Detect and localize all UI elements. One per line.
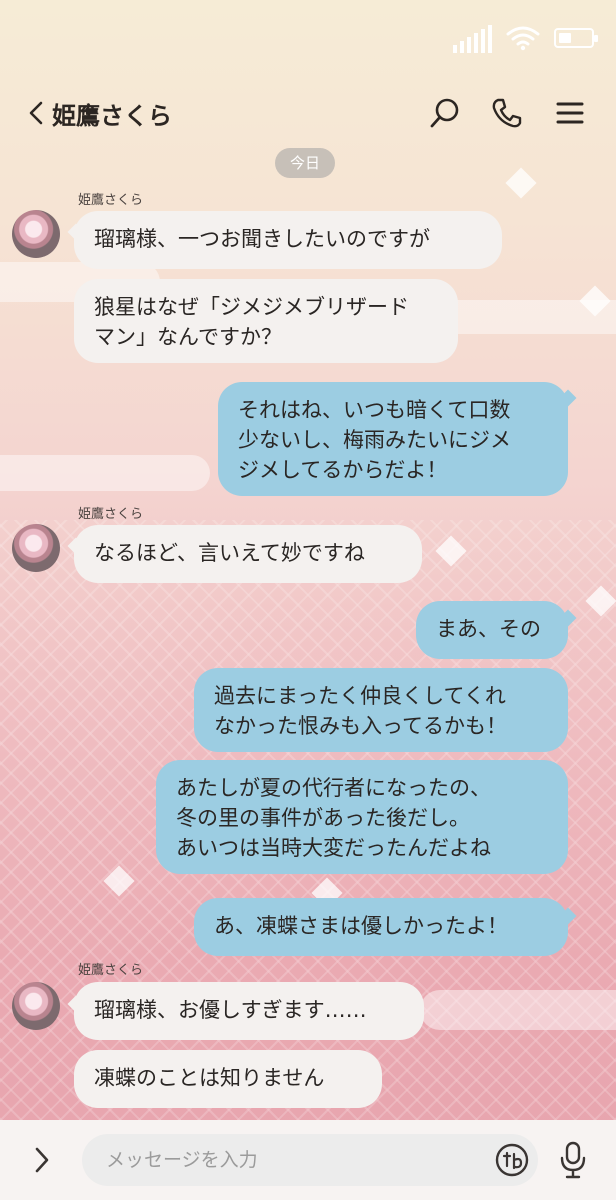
background-cloud <box>0 455 210 491</box>
chevron-right-icon[interactable] <box>30 1144 54 1176</box>
message-bubble-outgoing[interactable]: まあ、その <box>416 601 568 659</box>
contact-name[interactable]: 姫鷹さくら <box>52 96 172 131</box>
message-bubble-outgoing[interactable]: あたしが夏の代行者になったの、 冬の里の事件があった後だし。 あいつは当時大変だ… <box>156 760 568 874</box>
chevron-left-icon[interactable] <box>22 98 52 128</box>
background-cloud <box>420 990 616 1030</box>
avatar[interactable] <box>12 982 60 1030</box>
message-bubble-incoming[interactable]: 瑠璃様、一つお聞きしたいのですが <box>74 211 502 269</box>
wifi-icon <box>506 26 540 51</box>
sender-name: 姫鷹さくら <box>78 507 144 522</box>
battery-icon <box>554 28 598 48</box>
date-separator: 今日 <box>275 148 335 178</box>
message-bubble-outgoing[interactable]: あ、凍蝶さまは優しかったよ！ <box>194 898 568 956</box>
avatar[interactable] <box>12 210 60 258</box>
message-bubble-incoming[interactable]: 狼星はなぜ「ジメジメブリザード マン」なんですか？ <box>74 279 458 363</box>
sticker-icon[interactable] <box>494 1142 530 1178</box>
message-bubble-outgoing[interactable]: 過去にまったく仲良くしてくれ なかった恨みも入ってるかも！ <box>194 668 568 752</box>
status-bar <box>453 20 598 56</box>
chat-header: 姫鷹さくら <box>0 88 616 138</box>
search-icon[interactable] <box>428 96 462 130</box>
message-bubble-incoming[interactable]: なるほど、言いえて妙ですね <box>74 525 422 583</box>
message-bubble-incoming[interactable]: 瑠璃様、お優しすぎます…… <box>74 982 424 1040</box>
signal-icon <box>453 23 492 53</box>
avatar[interactable] <box>12 524 60 572</box>
sender-name: 姫鷹さくら <box>78 963 144 978</box>
sender-name: 姫鷹さくら <box>78 193 144 208</box>
hamburger-menu-icon[interactable] <box>553 96 587 130</box>
message-bubble-incoming[interactable]: 凍蝶のことは知りません <box>74 1050 382 1108</box>
message-input[interactable]: メッセージを入力 <box>82 1134 538 1186</box>
message-input-bar: メッセージを入力 <box>0 1120 616 1200</box>
microphone-icon[interactable] <box>558 1140 588 1180</box>
phone-icon[interactable] <box>490 96 524 130</box>
background-diamond <box>505 167 537 199</box>
message-bubble-outgoing[interactable]: それはね、いつも暗くて口数 少ないし、梅雨みたいにジメ ジメしてるからだよ！ <box>218 382 568 496</box>
chat-screen: 姫鷹さくら 今日 姫鷹さくら 瑠璃様、一つお聞きしたいのですが 狼星はなぜ「ジメ… <box>0 0 616 1200</box>
